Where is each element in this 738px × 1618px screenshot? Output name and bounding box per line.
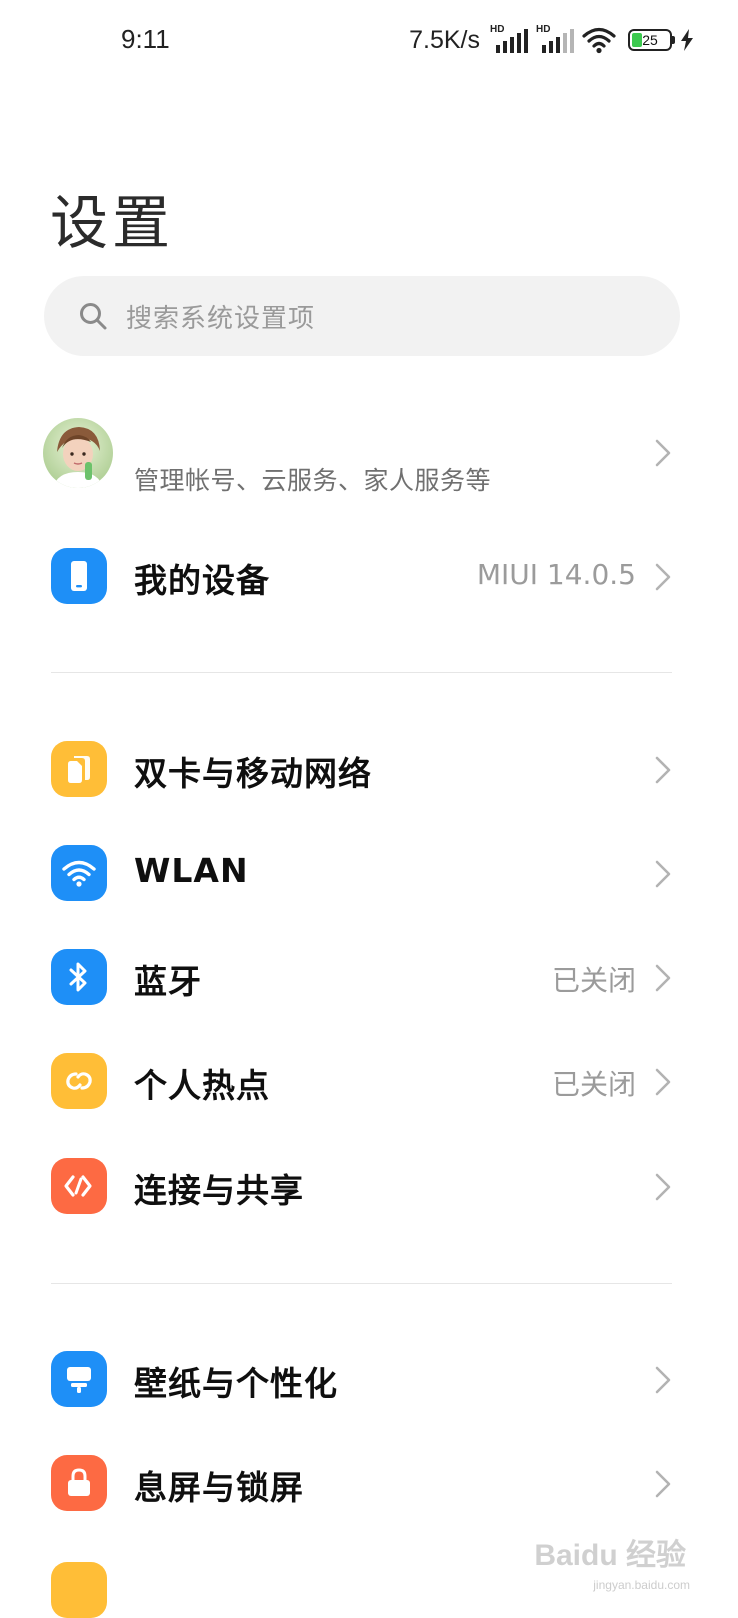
sim-card-icon <box>51 741 107 797</box>
connection-sharing-row[interactable]: 连接与共享 <box>0 1136 738 1236</box>
lock-screen-row[interactable]: 息屏与锁屏 <box>0 1433 738 1533</box>
section-divider <box>51 1283 672 1284</box>
lock-screen-label: 息屏与锁屏 <box>134 1468 304 1507</box>
status-bar: 9:11 7.5K/s HD HD 25 <box>0 0 738 80</box>
chevron-right-icon <box>655 1068 671 1096</box>
page-title: 设置 <box>50 189 175 257</box>
bluetooth-label: 蓝牙 <box>134 962 202 1001</box>
battery-icon: 25 <box>628 29 675 51</box>
my-device-row[interactable]: 我的设备 MIUI 14.0.5 <box>0 526 738 626</box>
charging-bolt-icon <box>681 29 693 51</box>
my-device-label: 我的设备 <box>134 561 270 600</box>
baidu-watermark: Baidu 经验 <box>534 1539 686 1572</box>
chevron-right-icon <box>655 860 671 888</box>
hotspot-icon <box>51 1053 107 1109</box>
lock-icon <box>51 1455 107 1511</box>
chevron-right-icon <box>655 1470 671 1498</box>
share-icon <box>51 1158 107 1214</box>
chevron-right-icon <box>655 563 671 591</box>
signal-sim1-icon: HD <box>490 25 528 55</box>
baidu-watermark-url: jingyan.baidu.com <box>593 1578 690 1592</box>
wifi-icon <box>51 845 107 901</box>
sim-mobile-network-label: 双卡与移动网络 <box>134 754 372 793</box>
signal-sim2-icon: HD <box>536 25 574 55</box>
my-device-value: MIUI 14.0.5 <box>476 558 636 591</box>
network-speed: 7.5K/s <box>409 25 480 54</box>
account-subtitle: 管理帐号、云服务、家人服务等 <box>134 466 492 495</box>
hotspot-label: 个人热点 <box>134 1066 270 1105</box>
sim-mobile-network-row[interactable]: 双卡与移动网络 <box>0 719 738 819</box>
phone-icon <box>51 548 107 604</box>
wlan-label: WLAN <box>134 851 249 890</box>
status-time: 9:11 <box>121 24 170 54</box>
chevron-right-icon <box>655 1366 671 1394</box>
avatar[interactable] <box>43 418 113 488</box>
search-icon <box>80 303 107 330</box>
chevron-right-icon <box>655 1173 671 1201</box>
battery-level: 25 <box>642 32 658 48</box>
wlan-row[interactable]: WLAN <box>0 823 738 923</box>
chevron-right-icon <box>655 439 671 467</box>
bluetooth-icon <box>51 949 107 1005</box>
search-bar[interactable]: 搜索系统设置项 <box>44 276 680 356</box>
bluetooth-value: 已关闭 <box>551 964 636 997</box>
wallpaper-icon <box>51 1351 107 1407</box>
chevron-right-icon <box>655 756 671 784</box>
next-item-icon[interactable] <box>51 1562 107 1618</box>
hotspot-value: 已关闭 <box>551 1068 636 1101</box>
section-divider <box>51 672 672 673</box>
bluetooth-row[interactable]: 蓝牙 已关闭 <box>0 927 738 1027</box>
wallpaper-row[interactable]: 壁纸与个性化 <box>0 1329 738 1429</box>
hotspot-row[interactable]: 个人热点 已关闭 <box>0 1031 738 1131</box>
search-placeholder: 搜索系统设置项 <box>126 303 316 334</box>
wifi-status-icon <box>582 27 616 54</box>
chevron-right-icon <box>655 964 671 992</box>
wallpaper-label: 壁纸与个性化 <box>134 1364 338 1403</box>
connection-sharing-label: 连接与共享 <box>134 1171 304 1210</box>
status-icons: 7.5K/s HD HD 25 <box>409 22 694 58</box>
